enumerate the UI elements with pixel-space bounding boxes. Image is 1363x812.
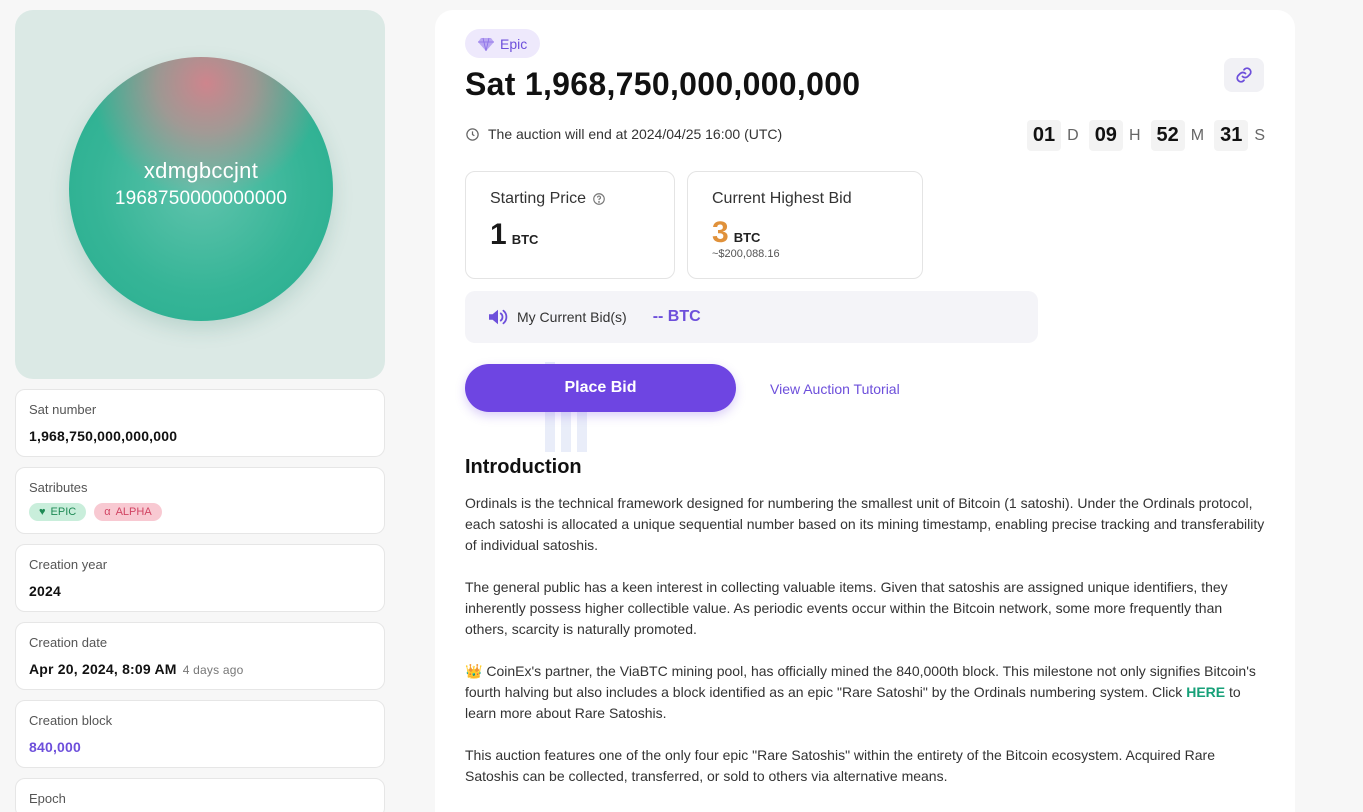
creation-date-value: Apr 20, 2024, 8:09 AM [29,661,177,677]
intro-paragraph-1: Ordinals is the technical framework desi… [465,495,1265,553]
satributes-card: Satributes ♥ EPIC α ALPHA [15,467,385,534]
sat-artwork: xdmgbccjnt 1968750000000000 [15,10,385,379]
auction-end-info: The auction will end at 2024/04/25 16:00… [465,126,782,142]
countdown-hours-unit: H [1128,126,1141,144]
place-bid-button[interactable]: Place Bid [465,364,736,412]
diamond-icon [478,37,494,51]
creation-year-card: Creation year 2024 [15,544,385,612]
satributes-label: Satributes [29,480,88,495]
highest-bid-usd: ~$200,088.16 [712,248,780,260]
countdown-seconds-unit: S [1254,126,1265,144]
view-tutorial-link[interactable]: View Auction Tutorial [770,381,900,397]
auction-panel: Epic Sat 1,968,750,000,000,000 The aucti… [435,10,1295,812]
speaker-icon [489,309,508,325]
countdown-minutes: 52 [1150,120,1185,151]
creation-block-label: Creation block [29,713,113,728]
epoch-label: Epoch [29,791,66,806]
my-bid-label: My Current Bid(s) [517,309,627,325]
sat-number-display: 1968750000000000 [114,188,288,209]
highest-bid-value: 3 [712,216,729,249]
copy-link-button[interactable] [1224,58,1264,92]
creation-year-value: 2024 [29,583,61,599]
here-link[interactable]: HERE [1186,684,1225,700]
page-title: Sat 1,968,750,000,000,000 [465,66,861,102]
sat-name: xdmgbccjnt [143,158,259,183]
starting-price-value: 1 [490,218,507,251]
epic-chip-label: EPIC [50,506,77,518]
alpha-chip-label: ALPHA [115,506,152,518]
intro-heading: Introduction [465,456,582,478]
sat-number-card: Sat number 1,968,750,000,000,000 [15,389,385,457]
countdown-minutes-unit: M [1190,126,1205,144]
rarity-badge: Epic [465,29,541,58]
crown-icon: 👑 [465,663,483,679]
left-column: xdmgbccjnt 1968750000000000 Sat number 1… [15,10,385,812]
creation-block-link[interactable]: 840,000 [29,739,371,755]
intro-paragraph-3: 👑 CoinEx's partner, the ViaBTC mining po… [465,661,1265,724]
rarity-badge-label: Epic [500,35,528,52]
my-bid-value: -- BTC [652,308,701,325]
starting-price-currency: BTC [511,232,539,247]
alpha-chip[interactable]: α ALPHA [94,503,162,521]
starting-price-card: Starting Price 1 BTC [465,171,675,279]
highest-bid-label: Current Highest Bid [712,190,852,207]
starting-price-label: Starting Price [490,190,587,207]
epoch-card: Epoch [15,778,385,812]
my-bid-bar: My Current Bid(s) -- BTC [465,291,1038,343]
countdown-seconds: 31 [1214,120,1249,151]
creation-date-ago: 4 days ago [182,663,244,677]
link-icon [1236,67,1252,83]
creation-date-card: Creation date Apr 20, 2024, 8:09 AM 4 da… [15,622,385,690]
highest-bid-currency: BTC [733,230,761,245]
sat-orb: xdmgbccjnt 1968750000000000 [69,57,333,321]
help-icon[interactable] [592,192,606,206]
creation-block-card: Creation block 840,000 [15,700,385,768]
sat-number-label: Sat number [29,402,97,417]
countdown-days-unit: D [1067,126,1079,144]
alpha-icon: α [104,506,111,518]
epic-chip[interactable]: ♥ EPIC [29,503,87,521]
countdown-hours: 09 [1088,120,1123,151]
creation-date-label: Creation date [29,635,108,650]
sat-number-value: 1,968,750,000,000,000 [29,428,178,444]
creation-year-label: Creation year [29,557,108,572]
intro-paragraph-4: This auction features one of the only fo… [465,747,1215,784]
intro-body: Ordinals is the technical framework desi… [465,493,1265,808]
countdown-days: 01 [1026,120,1062,151]
auction-end-text: The auction will end at 2024/04/25 16:00… [488,126,783,142]
diamond-icon: ♥ [39,506,46,518]
highest-bid-card: Current Highest Bid 3 BTC ~$200,088.16 [687,171,923,279]
clock-icon [466,127,479,141]
countdown-timer: 01 D 09 H 52 M 31 S [1026,120,1265,151]
intro-paragraph-2: The general public has a keen interest i… [465,579,1228,637]
intro-paragraph-3-text-a: CoinEx's partner, the ViaBTC mining pool… [465,663,1256,700]
